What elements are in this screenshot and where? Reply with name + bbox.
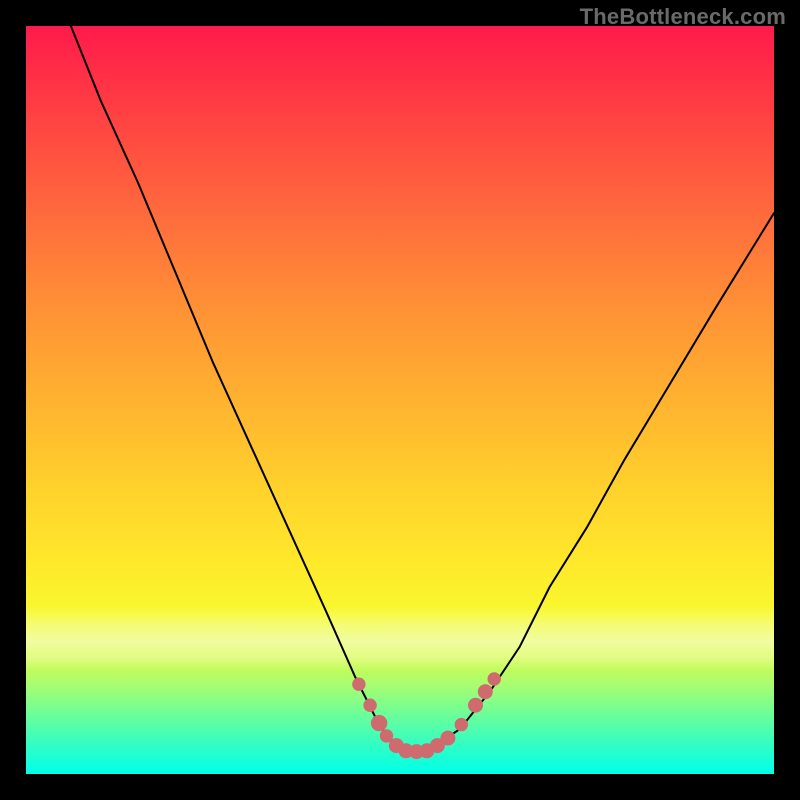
watermark-text: TheBottleneck.com bbox=[580, 4, 786, 30]
plot-area bbox=[26, 26, 774, 774]
data-marker bbox=[440, 731, 455, 746]
data-marker bbox=[352, 678, 365, 691]
data-marker bbox=[468, 698, 483, 713]
data-marker bbox=[478, 684, 493, 699]
data-marker bbox=[488, 672, 501, 685]
marker-layer bbox=[26, 26, 774, 774]
chart-frame: TheBottleneck.com bbox=[0, 0, 800, 800]
data-marker bbox=[363, 699, 376, 712]
data-marker bbox=[455, 718, 468, 731]
data-marker bbox=[371, 715, 387, 731]
